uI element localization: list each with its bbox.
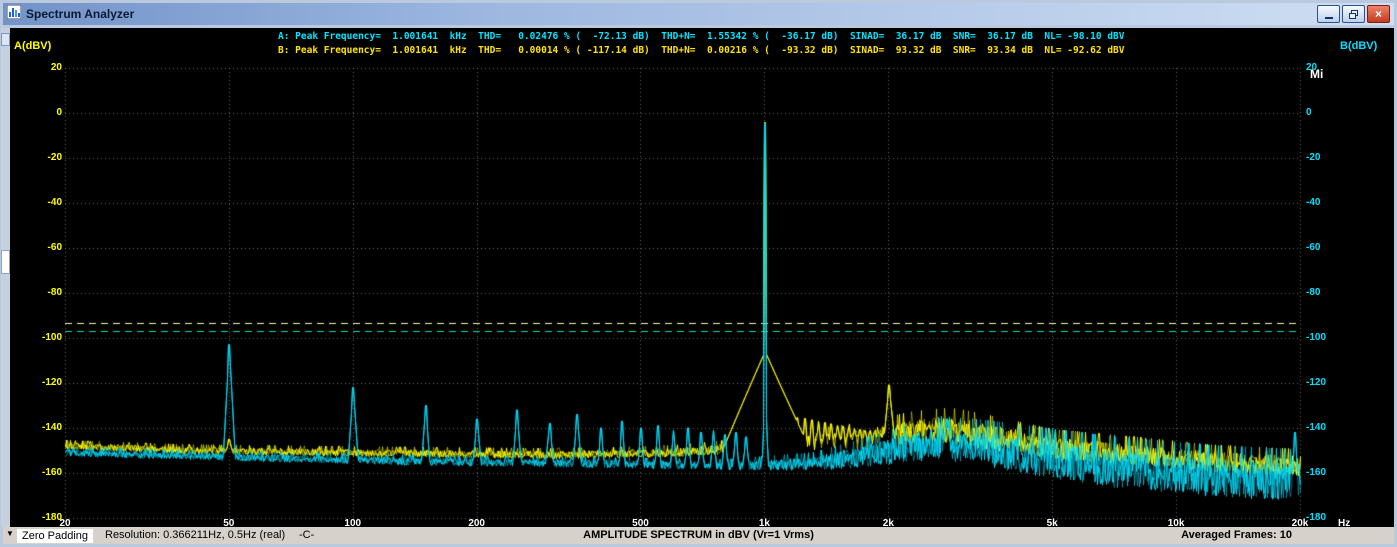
close-button[interactable]: ×: [1367, 5, 1390, 23]
x-tick-label: 20k: [1291, 518, 1309, 529]
y-tick-label-right: 0: [1306, 107, 1312, 118]
status-bar: ▼ Zero Padding Resolution: 0.366211Hz, 0…: [3, 527, 1394, 544]
plot-area: A: Peak Frequency= 1.001641 kHz THD= 0.0…: [10, 28, 1394, 529]
y-tick-label-right: -160: [1306, 467, 1327, 478]
restore-button[interactable]: [1342, 5, 1365, 23]
y-tick-label-right: 20: [1306, 62, 1318, 73]
right-axis-title: B(dBV): [1340, 40, 1378, 52]
resolution-status: Resolution: 0.366211Hz, 0.5Hz (real): [105, 529, 286, 541]
y-tick-label-right: -120: [1306, 377, 1327, 388]
y-tick-label-right: -20: [1306, 152, 1321, 163]
x-tick-label: 500: [632, 518, 649, 529]
restore-icon: [1349, 9, 1358, 19]
y-tick-label-right: -40: [1306, 197, 1321, 208]
y-tick-label-right: -140: [1306, 422, 1327, 433]
readout-channel-a: A: Peak Frequency= 1.001641 kHz THD= 0.0…: [278, 31, 1125, 42]
y-tick-label-right: -60: [1306, 242, 1321, 253]
scrollbar-thumb[interactable]: [1, 250, 10, 274]
x-tick-label: 10k: [1167, 518, 1185, 529]
y-tick-label-left: -140: [41, 422, 62, 433]
x-tick-label: 200: [468, 518, 485, 529]
y-tick-label-left: 0: [56, 107, 62, 118]
dropdown-arrow-icon[interactable]: ▼: [6, 529, 14, 538]
title-bar[interactable]: Spectrum Analyzer ×: [3, 3, 1394, 25]
app-icon: [6, 4, 22, 24]
y-tick-label-left: -160: [41, 467, 62, 478]
close-icon: ×: [1374, 7, 1382, 21]
y-tick-label-left: -120: [41, 377, 62, 388]
y-tick-label-left: -100: [41, 332, 62, 343]
y-tick-label-right: -100: [1306, 332, 1327, 343]
readout-channel-b: B: Peak Frequency= 1.001641 kHz THD= 0.0…: [278, 45, 1125, 56]
y-tick-label-left: -40: [47, 197, 62, 208]
x-tick-label: 2k: [882, 518, 894, 529]
x-tick-label: 50: [223, 518, 235, 529]
y-tick-label-left: 20: [50, 62, 62, 73]
spectrum-analyzer-window: Spectrum Analyzer × A: Peak Frequency= 1…: [0, 0, 1397, 547]
y-tick-label-right: -80: [1306, 287, 1321, 298]
left-scrollbar[interactable]: [1, 28, 10, 527]
y-tick-label-left: -60: [47, 242, 62, 253]
scrollbar-button[interactable]: [1, 33, 10, 46]
window-controls: ×: [1317, 5, 1390, 23]
averaged-frames-status: Averaged Frames: 10: [1181, 529, 1292, 541]
minimize-icon: [1324, 17, 1333, 19]
window-title: Spectrum Analyzer: [26, 7, 135, 21]
left-axis-title: A(dBV): [14, 40, 52, 52]
y-tick-label-left: -20: [47, 152, 62, 163]
spectrum-plot-canvas[interactable]: [10, 28, 1394, 527]
x-tick-label: 5k: [1046, 518, 1058, 529]
x-tick-label: 1k: [758, 518, 770, 529]
channel-indicator: -C-: [299, 529, 315, 541]
zero-padding-select[interactable]: Zero Padding: [17, 529, 94, 543]
x-tick-label: 20: [59, 518, 71, 529]
y-tick-label-left: -80: [47, 287, 62, 298]
minimize-button[interactable]: [1317, 5, 1340, 23]
x-tick-label: 100: [344, 518, 362, 529]
